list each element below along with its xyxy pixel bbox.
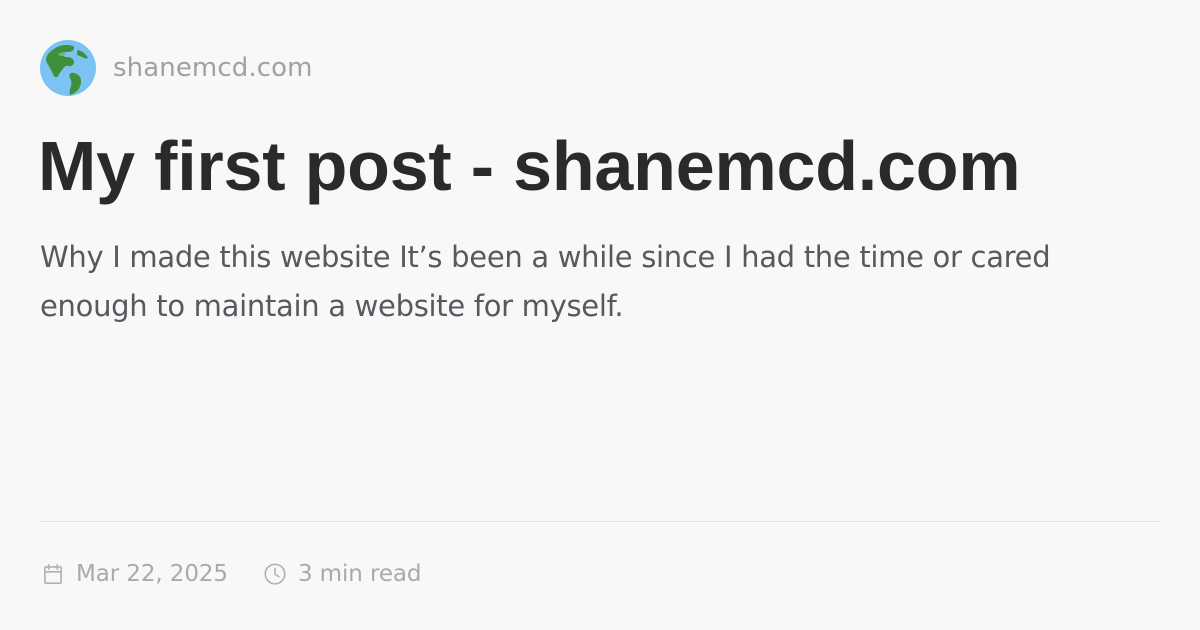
site-header: shanemcd.com [40,40,313,96]
reading-time: 3 min read [262,561,421,587]
clock-icon [264,563,286,585]
post-meta: Mar 22, 2025 3 min read [40,556,421,592]
publish-date: Mar 22, 2025 [40,561,228,587]
footer-divider [40,521,1160,522]
post-summary: Why I made this website It’s been a whil… [40,240,1051,323]
globe-americas-icon [40,40,96,96]
social-preview-card: shanemcd.com My first post - shanemcd.co… [0,0,1200,630]
reading-time-text: 3 min read [297,561,422,587]
calendar-icon [44,563,62,585]
site-name[interactable]: shanemcd.com [113,53,313,83]
post-title: My first post - shanemcd.com [38,127,1021,205]
publish-date-text: Mar 22, 2025 [76,561,228,587]
